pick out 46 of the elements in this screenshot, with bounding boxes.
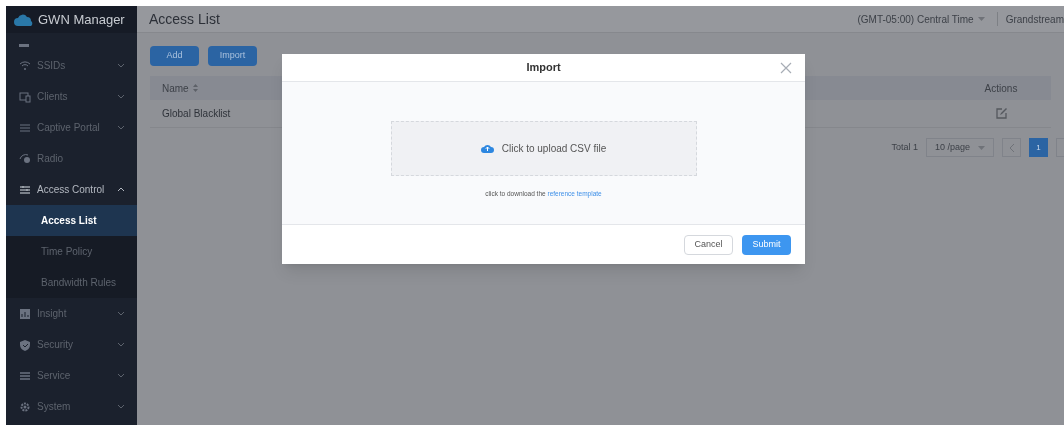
account-name: Grandstream [1004, 12, 1064, 27]
toolbar-button[interactable]: Import [208, 46, 257, 66]
table-cell-text: Global Blacklist [161, 107, 232, 121]
sliders-icon [19, 183, 31, 196]
dialog-title: Import [526, 60, 561, 76]
menu-icon [19, 369, 31, 382]
edit-icon[interactable] [995, 108, 1007, 119]
sidebar-item[interactable]: Access Control [6, 174, 137, 205]
upload-area[interactable]: Click to upload CSV file [390, 121, 697, 176]
toolbar-button[interactable]: Add [150, 46, 199, 66]
page-size-select[interactable]: 10 /page [926, 138, 994, 157]
submenu-item[interactable]: Bandwidth Rules [6, 267, 137, 298]
sort-icon [192, 84, 198, 92]
settings-icon [19, 400, 31, 413]
previous-page-button[interactable] [1002, 138, 1021, 157]
timezone-dropdown[interactable]: (GMT-05:00) Central Time [857, 11, 997, 27]
wifi-icon [19, 59, 31, 72]
column-header[interactable]: Name [162, 80, 198, 96]
page-button[interactable]: 1 [1029, 138, 1048, 157]
sidebar-item[interactable]: Security [6, 329, 137, 360]
submit-button[interactable]: Submit [742, 234, 791, 255]
sidebar-item[interactable]: System [6, 391, 137, 422]
sidebar-item[interactable]: Captive Portal [6, 112, 137, 143]
cloud-upload-icon [480, 144, 494, 153]
sidebar-item[interactable]: SSIDs [6, 50, 137, 81]
submenu-item[interactable]: Time Policy [6, 236, 137, 267]
radio-icon [19, 152, 31, 165]
caret-down-icon [977, 17, 985, 21]
cloud-logo-icon [14, 13, 34, 26]
chart-icon [19, 307, 31, 320]
total-count: Total 1 [891, 140, 918, 154]
caret-down-icon [978, 145, 985, 150]
sidebar-item[interactable]: Service [6, 360, 137, 391]
sidebar-item[interactable]: Clients [6, 81, 137, 112]
close-icon[interactable] [780, 62, 792, 74]
devices-icon [19, 90, 31, 103]
sidebar-item[interactable]: Radio [6, 143, 137, 174]
list-icon [19, 121, 31, 134]
submenu-item[interactable]: Access List [6, 205, 137, 236]
column-header: Actions [983, 81, 1019, 96]
app-title: GWN Manager [38, 10, 125, 29]
chevron-left-icon [1008, 143, 1015, 152]
cancel-button[interactable]: Cancel [684, 234, 733, 255]
sidebar-item[interactable]: Insight [6, 298, 137, 329]
shield-icon [19, 338, 31, 351]
page-title: Access List [149, 9, 221, 29]
